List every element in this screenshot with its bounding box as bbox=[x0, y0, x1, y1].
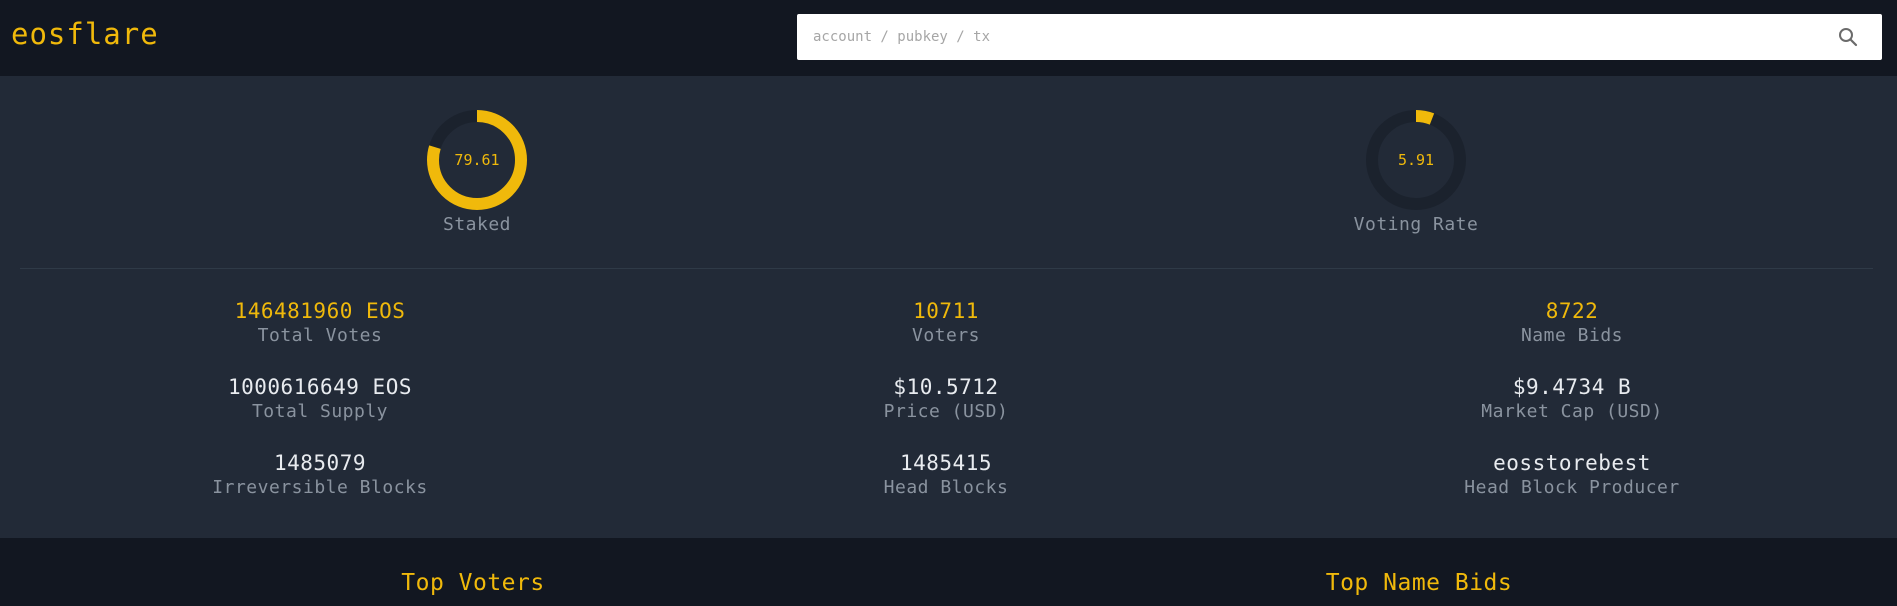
staked-gauge: 79.61 Staked bbox=[397, 108, 557, 235]
top-voters-title: Top Voters bbox=[401, 570, 545, 596]
divider bbox=[20, 268, 1873, 269]
head-block-producer-value[interactable]: eosstorebest bbox=[1372, 450, 1772, 476]
head-blocks-stat: 1485415 Head Blocks bbox=[746, 450, 1146, 500]
head-block-producer-label: Head Block Producer bbox=[1464, 477, 1680, 498]
staked-label: Staked bbox=[442, 214, 512, 235]
head-blocks-label: Head Blocks bbox=[883, 477, 1009, 498]
lists-section: Top Voters Top Name Bids bbox=[0, 538, 1897, 606]
head-blocks-value: 1485415 bbox=[899, 451, 992, 475]
voters-stat: 10711 Voters bbox=[746, 298, 1146, 348]
total-supply-stat: 1000616649 EOS Total Supply bbox=[120, 374, 520, 424]
total-supply-label: Total Supply bbox=[251, 401, 389, 422]
name-bids-stat: 8722 Name Bids bbox=[1372, 298, 1772, 348]
total-supply-value: 1000616649 EOS bbox=[227, 375, 412, 399]
irreversible-blocks-label: Irreversible Blocks bbox=[212, 477, 428, 498]
price-value: $10.5712 bbox=[893, 375, 999, 399]
search-input[interactable] bbox=[797, 14, 1827, 60]
logo[interactable]: eosflare bbox=[11, 14, 159, 54]
top-bar: eosflare bbox=[0, 0, 1897, 76]
market-cap-value: $9.4734 B bbox=[1512, 375, 1632, 399]
price-stat: $10.5712 Price (USD) bbox=[746, 374, 1146, 424]
price-label: Price (USD) bbox=[883, 401, 1009, 422]
market-cap-stat: $9.4734 B Market Cap (USD) bbox=[1372, 374, 1772, 424]
voting-rate-gauge: 5.91 Voting Rate bbox=[1336, 108, 1496, 235]
voters-value: 10711 bbox=[913, 299, 979, 323]
network-stats-panel: 79.61 Staked 5.91 Voting Rate 146481960 … bbox=[0, 76, 1897, 538]
total-votes-stat: 146481960 EOS Total Votes bbox=[120, 298, 520, 348]
total-votes-label: Total Votes bbox=[257, 325, 383, 346]
staked-value: 79.61 bbox=[454, 151, 500, 169]
irreversible-blocks-value: 1485079 bbox=[273, 451, 366, 475]
total-votes-value: 146481960 EOS bbox=[234, 299, 406, 323]
voting-rate-label: Voting Rate bbox=[1353, 214, 1479, 235]
top-name-bids-title: Top Name Bids bbox=[1325, 570, 1513, 596]
search-icon[interactable] bbox=[1838, 27, 1858, 47]
name-bids-label: Name Bids bbox=[1520, 325, 1624, 346]
market-cap-label: Market Cap (USD) bbox=[1481, 401, 1663, 422]
voters-label: Voters bbox=[911, 325, 981, 346]
search-box[interactable] bbox=[797, 14, 1882, 60]
voting-rate-value: 5.91 bbox=[1397, 151, 1435, 169]
head-block-producer-stat: eosstorebest Head Block Producer bbox=[1372, 450, 1772, 500]
name-bids-value: 8722 bbox=[1545, 299, 1599, 323]
irreversible-blocks-stat: 1485079 Irreversible Blocks bbox=[120, 450, 520, 500]
